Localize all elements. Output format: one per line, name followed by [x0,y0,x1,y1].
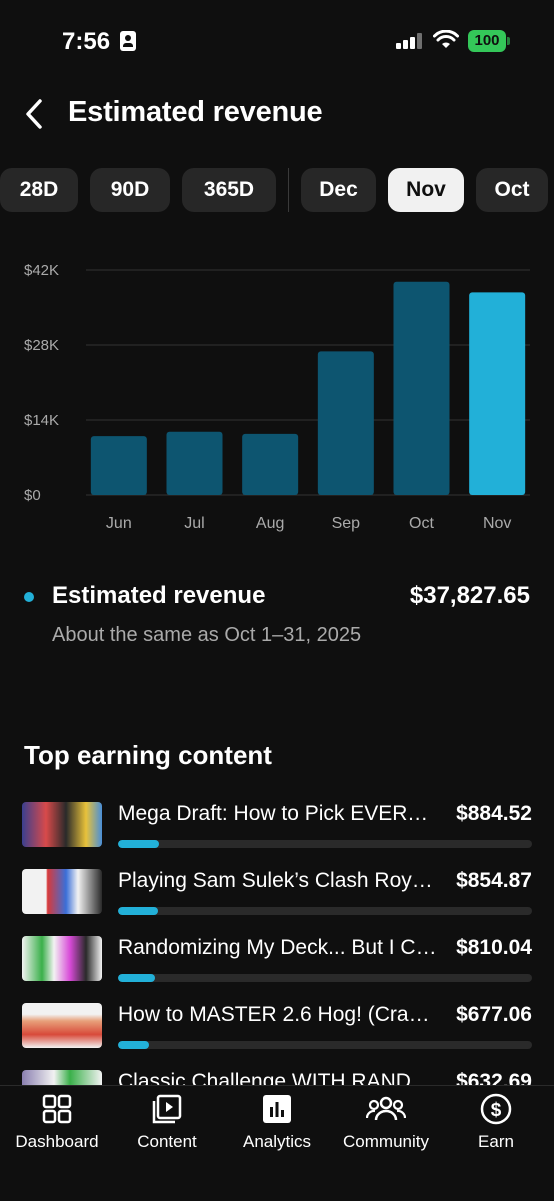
wifi-icon [433,30,459,48]
chip-dec[interactable]: Dec [301,168,376,212]
earn-icon: $ [480,1093,512,1125]
chip-28d[interactable]: 28D [0,168,78,212]
nav-label: Content [137,1132,197,1151]
list-item[interactable]: Randomizing My Deck... But I Can't Lose … [0,934,554,990]
bar-oct[interactable] [393,281,450,495]
page-title: Estimated revenue [68,96,323,128]
status-time: 7:56 [62,28,111,55]
revenue-share-track [118,840,532,848]
bar-jul[interactable] [166,431,223,495]
bar-aug[interactable] [242,433,299,495]
video-thumbnail [22,869,102,914]
video-revenue: $810.04 [456,936,532,959]
revenue-chart: $0 $14K $28K $42K Jun Jul Aug Sep Oct Nov [0,250,554,540]
revenue-share-bar [118,840,160,848]
bottom-nav: Dashboard Content Analytics Community $ … [0,1085,554,1201]
y-tick-label: $28K [24,337,59,354]
x-tick-label: Sep [332,515,361,532]
nav-earn[interactable]: $ Earn [441,1092,551,1162]
video-revenue: $677.06 [456,1003,532,1026]
bar-jun[interactable] [90,436,147,495]
list-item[interactable]: Mega Draft: How to Pick EVERY Card Corre… [0,800,554,856]
revenue-share-track [118,1041,532,1049]
chip-90d[interactable]: 90D [90,168,170,212]
revenue-share-track [118,974,532,982]
section-title-top-earning: Top earning content [24,740,272,770]
y-tick-label: $0 [24,487,41,504]
chip-nov[interactable]: Nov [388,168,464,212]
y-tick-label: $42K [24,262,59,279]
x-tick-label: Aug [256,515,284,532]
series-dot [24,592,34,602]
summary-label: Estimated revenue [52,582,266,609]
video-title: Playing Sam Sulek’s Clash Royale Deck [118,869,438,892]
x-tick-label: Jul [184,515,204,532]
revenue-share-track [118,907,532,915]
summary-comparison: About the same as Oct 1–31, 2025 [52,624,362,646]
video-thumbnail [22,936,102,981]
chip-oct[interactable]: Oct [476,168,548,212]
dashboard-icon [42,1094,72,1124]
video-revenue: $884.52 [456,802,532,825]
y-tick-label: $14K [24,412,59,429]
nav-analytics[interactable]: Analytics [222,1092,332,1162]
nav-community[interactable]: Community [331,1092,441,1162]
list-item[interactable]: How to MASTER 2.6 Hog! (Crazy Tips) $677… [0,1001,554,1057]
nav-content[interactable]: Content [112,1092,222,1162]
period-selector: 28D 90D 365D Dec Nov Oct [0,168,554,214]
content-icon [152,1094,182,1124]
video-thumbnail [22,802,102,847]
bar-sep[interactable] [317,351,374,495]
video-title: Mega Draft: How to Pick EVERY Card Corre… [118,802,438,825]
x-tick-label: Jun [106,515,132,532]
back-button[interactable] [20,96,50,132]
video-thumbnail [22,1003,102,1048]
revenue-share-bar [118,1041,150,1049]
nav-label: Community [343,1132,429,1151]
nav-label: Earn [478,1132,514,1151]
battery-indicator: 100 [468,30,510,52]
list-item[interactable]: Playing Sam Sulek’s Clash Royale Deck $8… [0,867,554,923]
chip-divider [288,168,289,212]
status-bar: 7:56 100 [0,0,554,80]
community-icon [366,1096,406,1121]
revenue-share-bar [118,907,159,915]
x-tick-label: Oct [409,515,434,532]
chip-365d[interactable]: 365D [182,168,276,212]
nav-label: Analytics [242,1132,312,1151]
revenue-chart-svg: $0 $14K $28K $42K Jun Jul Aug Sep Oct Nov [24,262,530,532]
video-revenue: $854.87 [456,869,532,892]
revenue-share-bar [118,974,156,982]
analytics-icon [263,1095,291,1123]
video-title: Randomizing My Deck... But I Can't Lose [118,936,438,959]
nav-dashboard[interactable]: Dashboard [2,1092,112,1162]
x-tick-label: Nov [483,515,511,532]
svg-text:$: $ [491,1100,502,1121]
bar-nov[interactable] [469,292,526,495]
contact-card-icon [120,31,136,51]
cellular-signal-icon [396,33,424,49]
chevron-left-icon [26,99,42,129]
video-title: How to MASTER 2.6 Hog! (Crazy Tips) [118,1003,438,1026]
summary-value: $37,827.65 [409,582,530,609]
nav-label: Dashboard [15,1132,99,1151]
